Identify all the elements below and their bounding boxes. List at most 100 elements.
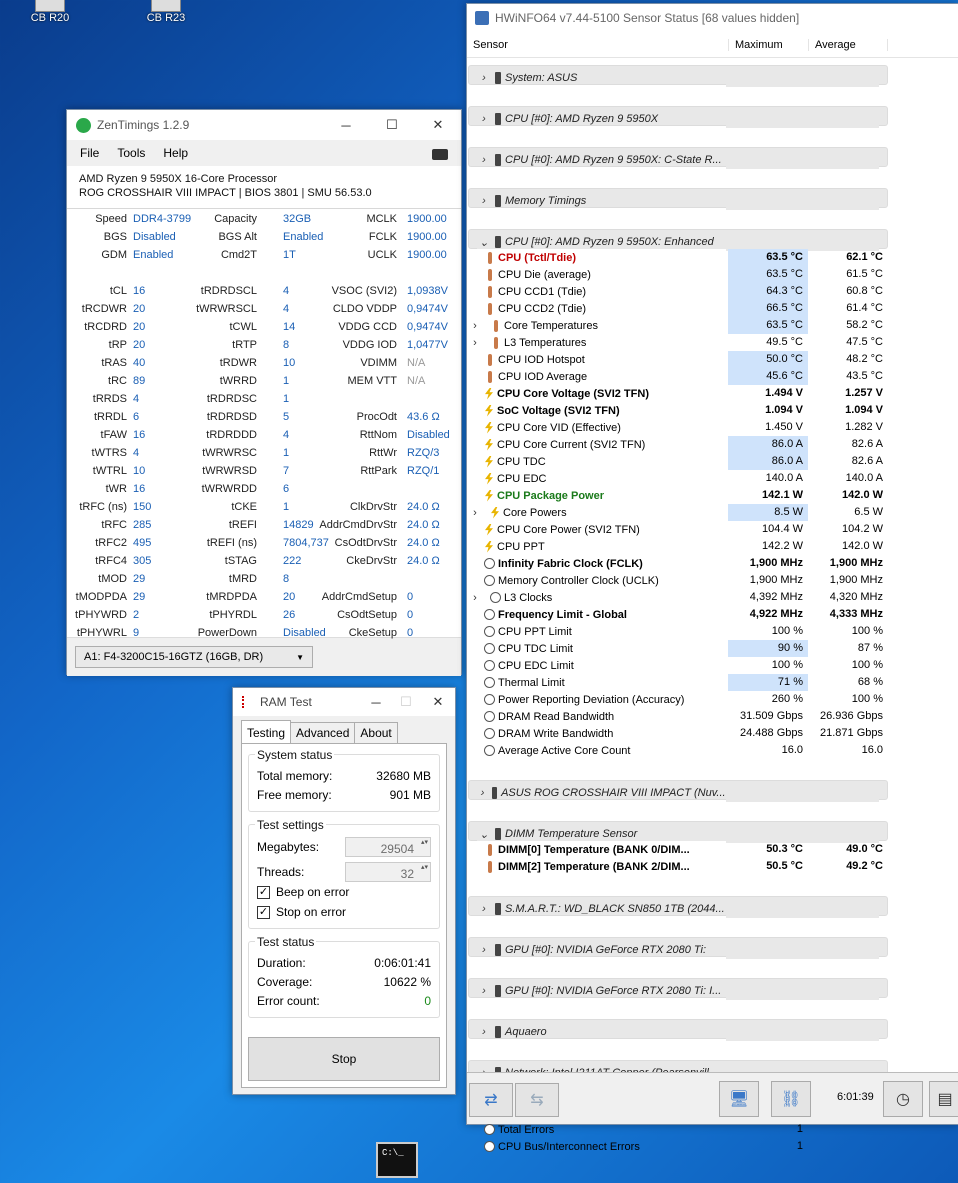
column-average[interactable]: Average	[808, 38, 888, 51]
sensor-row[interactable]: Frequency Limit - Global 4,922 MHz 4,333 M…	[468, 606, 888, 623]
sensor-group-row[interactable]: › System: ASUS	[468, 65, 888, 87]
sensor-row[interactable]: DRAM Write Bandwidth 24.488 Gbps 21.871 Gb…	[468, 725, 888, 742]
clock-icon[interactable]: ◷	[883, 1081, 923, 1117]
chevron-right-icon[interactable]: ›	[468, 592, 482, 604]
threads-stepper[interactable]: 32	[345, 862, 431, 882]
sensor-list[interactable]: › System: ASUS › CPU [#0]: AMD Ryzen 9 5950…	[468, 61, 888, 1155]
sensor-row[interactable]: DRAM Read Bandwidth 31.509 Gbps 26.936 Gbp…	[468, 708, 888, 725]
sensor-row[interactable]: CPU Core Voltage (SVI2 TFN) 1.494 V 1.257 …	[468, 385, 888, 402]
screenshot-camera-icon[interactable]	[432, 149, 448, 160]
tab-advanced[interactable]: Advanced	[290, 722, 356, 743]
chevron-right-icon[interactable]: ›	[477, 154, 491, 166]
sensor-cell: › L3 Clocks	[468, 592, 728, 604]
sensor-row[interactable]: › Core Temperatures 63.5 °C 58.2 °C	[468, 317, 888, 334]
sensor-row[interactable]: Memory Controller Clock (UCLK) 1,900 MHz 1…	[468, 572, 888, 589]
sensor-row[interactable]: CPU Core VID (Effective) 1.450 V 1.282 V	[468, 419, 888, 436]
desktop-icon-cb-r20[interactable]: CB R20	[20, 0, 80, 24]
zentimings-titlebar[interactable]: ZenTimings 1.2.9 ─ ☐ ✕	[67, 110, 461, 140]
sensor-row[interactable]: CPU TDC Limit 90 % 87 %	[468, 640, 888, 657]
sensor-group-row[interactable]: › GPU [#0]: NVIDIA GeForce RTX 2080 Ti: I…	[468, 978, 888, 1000]
tab-about[interactable]: About	[354, 722, 398, 743]
sensor-row[interactable]: CPU Die (average) 63.5 °C 61.5 °C	[468, 266, 888, 283]
report-icon[interactable]: ▤	[929, 1081, 958, 1117]
sensor-name: DIMM[2] Temperature (BANK 2/DIM...	[498, 860, 690, 873]
timing-label: tRTP	[232, 339, 257, 351]
sensor-group-row[interactable]: › CPU [#0]: AMD Ryzen 9 5950X	[468, 106, 888, 128]
hwinfo-titlebar[interactable]: HWiNFO64 v7.44-5100 Sensor Status [68 va…	[467, 4, 958, 32]
sensor-row[interactable]: › L3 Temperatures 49.5 °C 47.5 °C	[468, 334, 888, 351]
sensor-group-row[interactable]: › CPU [#0]: AMD Ryzen 9 5950X: C-State R.…	[468, 147, 888, 169]
sensor-row[interactable]: DIMM[0] Temperature (BANK 0/DIM... 50.3 °…	[468, 841, 888, 858]
sensor-row[interactable]: CPU EDC Limit 100 % 100 %	[468, 657, 888, 674]
chevron-right-icon[interactable]: ›	[477, 985, 491, 997]
minimize-icon[interactable]: ─	[323, 110, 369, 140]
sensor-row[interactable]: CPU (Tctl/Tdie) 63.5 °C 62.1 °C	[468, 249, 888, 266]
column-maximum[interactable]: Maximum	[728, 38, 808, 51]
sensor-row[interactable]: CPU CCD2 (Tdie) 66.5 °C 61.4 °C	[468, 300, 888, 317]
chevron-right-icon[interactable]: ›	[477, 1026, 491, 1038]
expand-arrows-icon[interactable]: ⇄	[469, 1083, 513, 1117]
sensor-row[interactable]: CPU EDC 140.0 A 140.0 A	[468, 470, 888, 487]
sensor-row[interactable]: SoC Voltage (SVI2 TFN) 1.094 V 1.094 V	[468, 402, 888, 419]
ramtest-titlebar[interactable]: RAM Test ─ ☐ ✕	[233, 688, 455, 716]
chevron-right-icon[interactable]: ›	[468, 337, 482, 349]
sensor-row[interactable]: Power Reporting Deviation (Accuracy) 260 …	[468, 691, 888, 708]
maximize-icon[interactable]: ☐	[369, 110, 415, 140]
chevron-right-icon[interactable]: ›	[477, 787, 488, 799]
spacer-row	[468, 998, 888, 1015]
sensor-group-row[interactable]: ⌄ DIMM Temperature Sensor	[468, 821, 888, 843]
tab-testing[interactable]: Testing	[241, 720, 292, 743]
chevron-right-icon[interactable]: ›	[477, 113, 491, 125]
desktop-icon-cb-r23[interactable]: CB R23	[136, 0, 196, 24]
sensor-row[interactable]: CPU PPT Limit 100 % 100 %	[468, 623, 888, 640]
sensor-row[interactable]: Average Active Core Count 16.0 16.0	[468, 742, 888, 759]
sensor-row[interactable]: DIMM[2] Temperature (BANK 2/DIM... 50.5 °…	[468, 858, 888, 875]
menu-tools[interactable]: Tools	[117, 146, 145, 160]
sensor-row[interactable]: CPU Bus/Interconnect Errors 1	[468, 1138, 888, 1155]
chevron-down-icon[interactable]: ⌄	[477, 828, 491, 841]
chevron-right-icon[interactable]: ›	[468, 320, 482, 332]
maximum-value: 49.5 °C	[766, 336, 803, 348]
stop-on-error-checkbox[interactable]: ✓ Stop on error	[257, 902, 431, 922]
chevron-right-icon[interactable]: ›	[477, 195, 491, 207]
sensor-row[interactable]: Infinity Fabric Clock (FCLK) 1,900 MHz 1,9…	[468, 555, 888, 572]
close-icon[interactable]: ✕	[415, 110, 461, 140]
sensor-group-row[interactable]: › GPU [#0]: NVIDIA GeForce RTX 2080 Ti:	[468, 937, 888, 959]
sensor-row[interactable]: › L3 Clocks 4,392 MHz 4,320 MHz	[468, 589, 888, 606]
column-sensor[interactable]: Sensor	[467, 39, 728, 51]
sensor-row[interactable]: CPU Package Power 142.1 W 142.0 W	[468, 487, 888, 504]
menu-help[interactable]: Help	[163, 146, 188, 160]
sensor-row[interactable]: CPU IOD Hotspot 50.0 °C 48.2 °C	[468, 351, 888, 368]
chevron-right-icon[interactable]: ›	[477, 72, 491, 84]
sensor-group-row[interactable]: › Memory Timings	[468, 188, 888, 210]
sensor-row[interactable]: CPU CCD1 (Tdie) 64.3 °C 60.8 °C	[468, 283, 888, 300]
beep-on-error-checkbox[interactable]: ✓ Beep on error	[257, 882, 431, 902]
minimize-icon[interactable]: ─	[361, 687, 391, 717]
sensor-group-row[interactable]: › ASUS ROG CROSSHAIR VIII IMPACT (Nuv...	[468, 780, 888, 802]
monitor-search-icon[interactable]: 🖥	[719, 1081, 759, 1117]
sensor-group-row[interactable]: › Aquaero	[468, 1019, 888, 1041]
menu-file[interactable]: File	[80, 146, 99, 160]
sensor-row[interactable]: › Core Powers 8.5 W 6.5 W	[468, 504, 888, 521]
sensor-group-row[interactable]: ⌄ CPU [#0]: AMD Ryzen 9 5950X: Enhanced	[468, 229, 888, 251]
sensor-row[interactable]: CPU IOD Average 45.6 °C 43.5 °C	[468, 368, 888, 385]
close-icon[interactable]: ✕	[421, 687, 455, 717]
network-icon[interactable]: ⛓	[771, 1081, 811, 1117]
chevron-right-icon[interactable]: ›	[477, 903, 491, 915]
timing-value: 305	[133, 555, 152, 567]
sensor-row[interactable]: CPU Core Power (SVI2 TFN) 104.4 W 104.2 W	[468, 521, 888, 538]
megabytes-stepper[interactable]: 29504	[345, 837, 431, 857]
chevron-down-icon[interactable]: ⌄	[477, 236, 491, 249]
sensor-row[interactable]: Thermal Limit 71 % 68 %	[468, 674, 888, 691]
sensor-row[interactable]: CPU TDC 86.0 A 82.6 A	[468, 453, 888, 470]
stop-button[interactable]: Stop	[248, 1037, 440, 1081]
sensor-row[interactable]: CPU Core Current (SVI2 TFN) 86.0 A 82.6 A	[468, 436, 888, 453]
collapse-arrows-icon[interactable]: ⇆	[515, 1083, 559, 1117]
dimm-select[interactable]: A1: F4-3200C15-16GTZ (16GB, DR) ▼	[75, 646, 313, 668]
chevron-right-icon[interactable]: ›	[477, 944, 491, 956]
sensor-row[interactable]: CPU PPT 142.2 W 142.0 W	[468, 538, 888, 555]
terminal-icon[interactable]: C:\_	[376, 1142, 418, 1178]
chevron-right-icon[interactable]: ›	[468, 507, 482, 519]
sensor-group-row[interactable]: › S.M.A.R.T.: WD_BLACK SN850 1TB (2044...	[468, 896, 888, 918]
sensor-name: CPU Package Power	[497, 489, 604, 502]
